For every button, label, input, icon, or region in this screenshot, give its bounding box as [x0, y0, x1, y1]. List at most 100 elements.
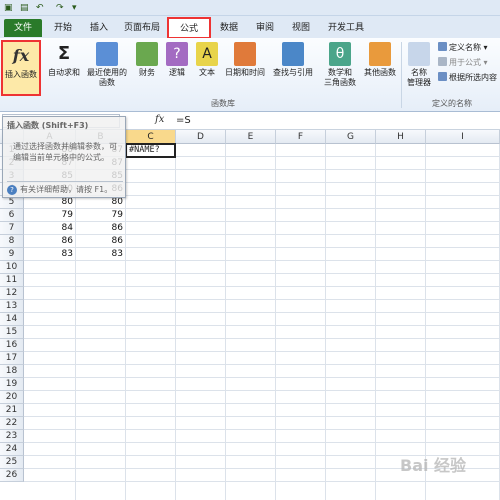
cell-a7[interactable]: 84: [24, 222, 76, 235]
define-name-icon: [438, 42, 447, 51]
row-header-22[interactable]: 22: [0, 417, 24, 430]
row-header-14[interactable]: 14: [0, 313, 24, 326]
row-header-11[interactable]: 11: [0, 274, 24, 287]
cell-b9[interactable]: 83: [76, 248, 126, 261]
tab-review[interactable]: 审阅: [250, 18, 280, 38]
redo-icon[interactable]: ↷: [56, 2, 64, 14]
row-header-6[interactable]: 6: [0, 209, 24, 222]
tab-page-layout[interactable]: 页面布局: [120, 18, 164, 38]
gridline-horizontal: [24, 273, 500, 274]
tab-home[interactable]: 开始: [50, 18, 76, 38]
gridline-horizontal: [24, 481, 500, 482]
tab-insert[interactable]: 插入: [84, 18, 114, 38]
row-header-19[interactable]: 19: [0, 378, 24, 391]
save-icon[interactable]: ▤: [20, 2, 29, 14]
row-header-10[interactable]: 10: [0, 261, 24, 274]
cell-b8[interactable]: 86: [76, 235, 126, 248]
tab-formulas[interactable]: 公式: [167, 17, 211, 39]
cell-b6[interactable]: 79: [76, 209, 126, 222]
ribbon-tabs: 文件 开始 插入 页面布局 公式 数据 审阅 视图 开发工具: [0, 16, 500, 39]
active-cell-c1[interactable]: #NAME?: [125, 143, 176, 158]
excel-app-icon[interactable]: ▣: [4, 2, 13, 14]
row-header-18[interactable]: 18: [0, 365, 24, 378]
insert-function-button[interactable]: fx 插入函数: [1, 40, 41, 96]
row-header-16[interactable]: 16: [0, 339, 24, 352]
gridline-horizontal: [24, 338, 500, 339]
tab-data[interactable]: 数据: [214, 18, 244, 38]
logical-button[interactable]: ? 逻辑: [164, 40, 190, 96]
row-header-17[interactable]: 17: [0, 352, 24, 365]
row-header-21[interactable]: 21: [0, 404, 24, 417]
row-header-23[interactable]: 23: [0, 430, 24, 443]
gridline-horizontal: [24, 364, 500, 365]
quick-access-toolbar: ▣ ▤ ↶ ↷ ▾: [0, 0, 500, 16]
datetime-book-icon: [234, 42, 256, 66]
column-header-c[interactable]: C: [126, 130, 176, 144]
row-header-26[interactable]: 26: [0, 469, 24, 482]
gridline-horizontal: [24, 299, 500, 300]
gridline-horizontal: [24, 351, 500, 352]
name-manager-icon: [408, 42, 430, 66]
create-from-selection-icon: [438, 72, 447, 81]
undo-icon[interactable]: ↶: [36, 2, 44, 14]
column-header-i[interactable]: I: [426, 130, 500, 144]
row-header-8[interactable]: 8: [0, 235, 24, 248]
tab-file[interactable]: 文件: [4, 19, 42, 37]
tooltip-divider: [7, 181, 123, 182]
gridline-vertical: [375, 144, 376, 500]
insert-function-tooltip: 插入函数 (Shift+F3) 通过选择函数并编辑参数，可编辑当前单元格中的公式…: [2, 116, 126, 198]
gridline-vertical: [175, 144, 176, 500]
row-header-7[interactable]: 7: [0, 222, 24, 235]
row-header-15[interactable]: 15: [0, 326, 24, 339]
financial-book-icon: [136, 42, 158, 66]
use-in-formula-icon: [438, 57, 447, 66]
gridline-horizontal: [24, 390, 500, 391]
gridline-horizontal: [24, 286, 500, 287]
row-header-20[interactable]: 20: [0, 391, 24, 404]
recent-book-icon: [96, 42, 118, 66]
financial-button[interactable]: 财务: [134, 40, 160, 96]
tooltip-help: ? 有关详细帮助，请按 F1。: [7, 184, 112, 195]
lookup-book-icon: [282, 42, 304, 66]
use-in-formula-button[interactable]: 用于公式 ▾: [438, 56, 488, 70]
column-header-e[interactable]: E: [226, 130, 276, 144]
column-header-h[interactable]: H: [376, 130, 426, 144]
math-book-icon: θ: [329, 42, 351, 66]
row-header-25[interactable]: 25: [0, 456, 24, 469]
group-divider: [401, 42, 402, 108]
sigma-icon: Σ: [57, 43, 71, 64]
row-header-24[interactable]: 24: [0, 443, 24, 456]
tab-developer[interactable]: 开发工具: [324, 18, 368, 38]
group-label-function-library: 函数库: [211, 99, 235, 108]
column-header-d[interactable]: D: [176, 130, 226, 144]
math-trig-button[interactable]: θ 数学和 三角函数: [320, 40, 360, 96]
group-label-defined-names: 定义的名称: [432, 99, 472, 108]
text-button[interactable]: A 文本: [194, 40, 220, 96]
row-header-12[interactable]: 12: [0, 287, 24, 300]
formula-input[interactable]: =S: [176, 114, 496, 128]
row-header-9[interactable]: 9: [0, 248, 24, 261]
cell-a9[interactable]: 83: [24, 248, 76, 261]
define-name-button[interactable]: 定义名称 ▾: [438, 41, 488, 55]
create-from-selection-button[interactable]: 根据所选内容: [438, 71, 497, 85]
more-functions-button[interactable]: 其他函数: [362, 40, 398, 96]
row-header-13[interactable]: 13: [0, 300, 24, 313]
column-header-g[interactable]: G: [326, 130, 376, 144]
insert-function-fx-icon[interactable]: fx: [155, 114, 164, 125]
recent-functions-button[interactable]: 最近使用的 函数: [84, 40, 130, 96]
autosum-button[interactable]: Σ 自动求和: [46, 40, 82, 96]
gridline-horizontal: [24, 442, 500, 443]
gridline-horizontal: [24, 377, 500, 378]
gridline-vertical: [425, 144, 426, 500]
name-manager-button[interactable]: 名称 管理器: [404, 40, 434, 96]
tab-view[interactable]: 视图: [286, 18, 316, 38]
cell-a6[interactable]: 79: [24, 209, 76, 222]
cell-a8[interactable]: 86: [24, 235, 76, 248]
gridline-horizontal: [24, 325, 500, 326]
lookup-reference-button[interactable]: 查找与引用: [270, 40, 316, 96]
gridline-vertical: [275, 144, 276, 500]
datetime-button[interactable]: 日期和时间: [222, 40, 268, 96]
column-header-f[interactable]: F: [276, 130, 326, 144]
customize-qat-icon[interactable]: ▾: [72, 2, 77, 14]
cell-b7[interactable]: 86: [76, 222, 126, 235]
